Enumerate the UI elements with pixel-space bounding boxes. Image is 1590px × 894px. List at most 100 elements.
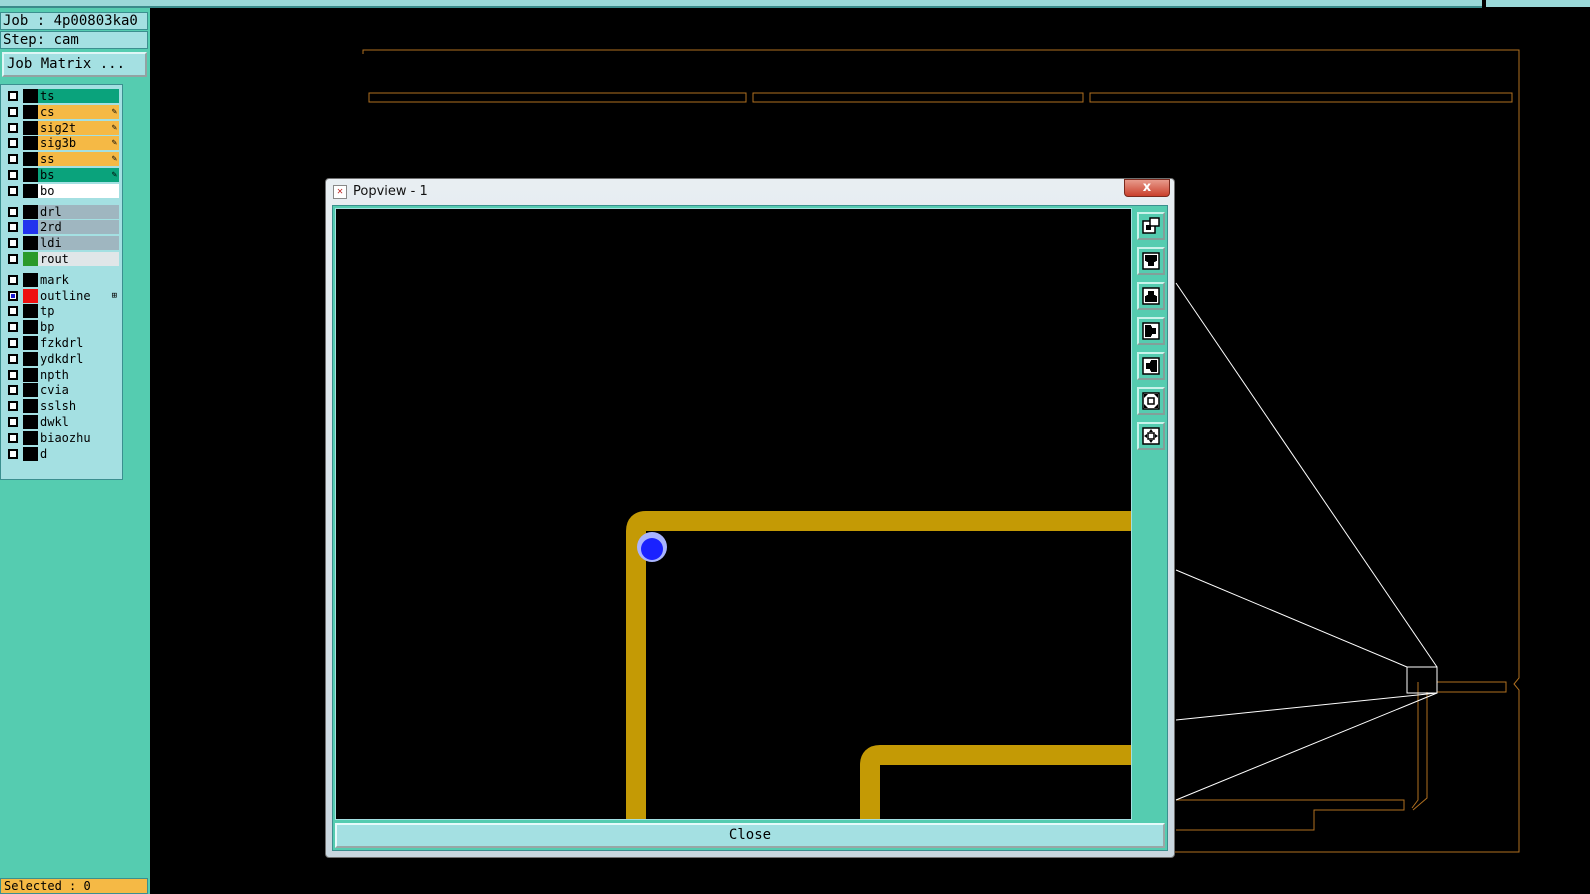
- pan-down-button[interactable]: [1137, 282, 1165, 310]
- layer-row-sslsh[interactable]: sslsh: [5, 399, 121, 414]
- layer-name[interactable]: sslsh: [38, 399, 119, 414]
- layer-name[interactable]: mark: [38, 272, 119, 287]
- layer-row-ss[interactable]: ss ✎: [5, 152, 121, 167]
- layer-checkbox[interactable]: [8, 306, 18, 317]
- layer-checkbox[interactable]: [8, 106, 18, 117]
- layer-row-d[interactable]: d: [5, 446, 121, 461]
- layer-row-biaozhu[interactable]: biaozhu: [5, 430, 121, 445]
- layer-name[interactable]: ts: [38, 89, 119, 103]
- layer-list: ts cs ✎ sig2t ✎ sig3b ✎ ss ✎ bs ✎ bo drl 2rd ldi rout ma…: [0, 84, 123, 480]
- layer-checkbox[interactable]: [8, 170, 18, 180]
- zoom-out-icon: [1142, 427, 1160, 445]
- close-button[interactable]: Close: [335, 823, 1165, 848]
- layer-checkbox[interactable]: [8, 274, 18, 285]
- layer-row-dwkl[interactable]: dwkl: [5, 415, 121, 429]
- layer-color-swatch: [23, 89, 38, 103]
- layer-name[interactable]: ydkdrl: [38, 351, 119, 366]
- layer-name[interactable]: tp: [38, 304, 119, 319]
- layer-checkbox[interactable]: [8, 222, 18, 233]
- layer-checkbox[interactable]: [8, 154, 18, 165]
- layer-row-tp[interactable]: tp: [5, 304, 121, 319]
- layer-checkbox[interactable]: [8, 401, 18, 412]
- layer-color-swatch: [23, 136, 38, 151]
- layer-row-rout[interactable]: rout: [5, 252, 121, 266]
- layer-name[interactable]: outline ⊞: [38, 288, 119, 303]
- edit-icon: ✎: [111, 138, 117, 149]
- layer-checkbox[interactable]: [8, 322, 18, 333]
- job-label: Job : 4p00803ka0: [0, 12, 148, 30]
- popview-canvas[interactable]: [335, 208, 1132, 820]
- layer-row-cvia[interactable]: cvia: [5, 383, 121, 398]
- window-close-button[interactable]: x: [1124, 179, 1170, 197]
- layer-color-swatch: [23, 320, 38, 335]
- job-matrix-button[interactable]: Job Matrix ...: [2, 52, 147, 77]
- layer-row-sig3b[interactable]: sig3b ✎: [5, 136, 121, 151]
- layer-name[interactable]: sig3b ✎: [38, 136, 119, 151]
- pan-down-icon: [1142, 287, 1160, 305]
- layer-name[interactable]: d: [38, 446, 119, 461]
- layer-checkbox[interactable]: [8, 254, 18, 264]
- layer-checkbox[interactable]: [8, 185, 18, 196]
- layer-name[interactable]: 2rd: [38, 220, 119, 235]
- layer-row-outline[interactable]: outline ⊞: [5, 288, 121, 303]
- zoom-in-button[interactable]: [1137, 387, 1165, 415]
- layer-checkbox[interactable]: [8, 385, 18, 396]
- layer-sidebar: Job : 4p00803ka0 Step: cam Job Matrix ..…: [0, 8, 150, 894]
- layer-name[interactable]: cs ✎: [38, 104, 119, 119]
- layer-checkbox[interactable]: [8, 353, 18, 364]
- layer-checkbox[interactable]: [8, 290, 18, 301]
- layer-checkbox[interactable]: [8, 448, 18, 459]
- layer-color-swatch: [23, 183, 38, 198]
- layer-row-cs[interactable]: cs ✎: [5, 104, 121, 119]
- pan-left-button[interactable]: [1137, 317, 1165, 345]
- layer-name[interactable]: npth: [38, 367, 119, 382]
- layer-checkbox[interactable]: [8, 417, 18, 427]
- pan-up-button[interactable]: [1137, 247, 1165, 275]
- layer-name[interactable]: cvia: [38, 383, 119, 398]
- layer-checkbox[interactable]: [8, 432, 18, 443]
- layer-row-ldi[interactable]: ldi: [5, 236, 121, 251]
- layer-row-bp[interactable]: bp: [5, 320, 121, 335]
- zoom-indicator: [1175, 282, 1438, 801]
- layer-name[interactable]: fzkdrl: [38, 336, 119, 350]
- layer-checkbox[interactable]: [8, 238, 18, 249]
- layer-row-ts[interactable]: ts: [5, 89, 121, 103]
- layer-color-swatch: [23, 415, 38, 429]
- zoom-in-icon: [1142, 392, 1160, 410]
- layer-name[interactable]: ldi: [38, 236, 119, 251]
- layer-name[interactable]: biaozhu: [38, 430, 119, 445]
- pan-left-icon: [1142, 322, 1160, 340]
- layer-name[interactable]: sig2t ✎: [38, 120, 119, 135]
- trace-upper: [626, 511, 1131, 819]
- popview-title-bar[interactable]: ✕ Popview - 1: [326, 179, 1174, 205]
- layer-name[interactable]: bs ✎: [38, 168, 119, 182]
- layer-row-fzkdrl[interactable]: fzkdrl: [5, 336, 121, 350]
- layer-color-swatch: [23, 120, 38, 135]
- layer-name[interactable]: dwkl: [38, 415, 119, 429]
- layer-name[interactable]: ss ✎: [38, 152, 119, 167]
- layer-checkbox[interactable]: [8, 369, 18, 380]
- layer-row-bo[interactable]: bo: [5, 183, 121, 198]
- layer-checkbox[interactable]: [8, 206, 18, 217]
- layer-row-sig2t[interactable]: sig2t ✎: [5, 120, 121, 135]
- layer-name[interactable]: bp: [38, 320, 119, 335]
- layer-row-npth[interactable]: npth: [5, 367, 121, 382]
- layer-name[interactable]: bo: [38, 183, 119, 198]
- edit-icon: ✎: [111, 154, 117, 165]
- zoom-out-button[interactable]: [1137, 422, 1165, 450]
- layer-checkbox[interactable]: [8, 91, 18, 101]
- popview-toolbar: [1135, 208, 1167, 820]
- layer-checkbox[interactable]: [8, 338, 18, 348]
- layer-checkbox[interactable]: [8, 138, 18, 149]
- layer-row-mark[interactable]: mark: [5, 272, 121, 287]
- selected-count: Selected : 0: [0, 878, 148, 894]
- popout-button[interactable]: [1137, 212, 1165, 240]
- layer-name[interactable]: drl: [38, 204, 119, 219]
- layer-checkbox[interactable]: [8, 122, 18, 133]
- layer-row-ydkdrl[interactable]: ydkdrl: [5, 351, 121, 366]
- layer-row-drl[interactable]: drl: [5, 204, 121, 219]
- layer-row-bs[interactable]: bs ✎: [5, 168, 121, 182]
- layer-name[interactable]: rout: [38, 252, 119, 266]
- pan-right-button[interactable]: [1137, 352, 1165, 380]
- layer-row-2rd[interactable]: 2rd: [5, 220, 121, 235]
